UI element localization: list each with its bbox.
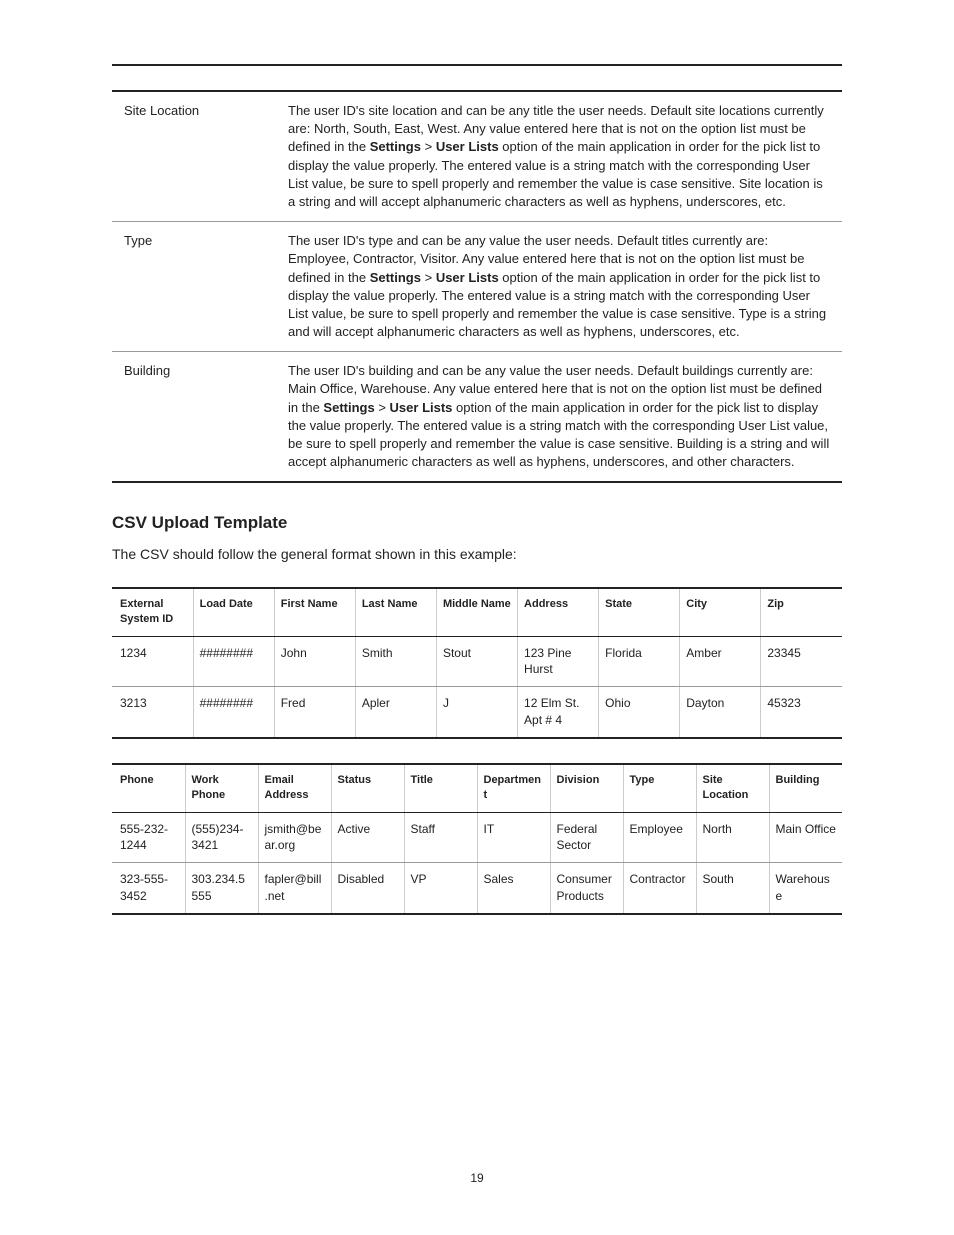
table-row: 3213########FredAplerJ12 Elm St. Apt # 4… bbox=[112, 687, 842, 738]
table-cell: Fred bbox=[274, 687, 355, 738]
table-cell: 323-555-3452 bbox=[112, 863, 185, 914]
table-cell: jsmith@bear.org bbox=[258, 812, 331, 863]
table-cell: Staff bbox=[404, 812, 477, 863]
column-header: Department bbox=[477, 764, 550, 812]
definition-term: Site Location bbox=[112, 91, 276, 222]
page-number: 19 bbox=[0, 1170, 954, 1187]
column-header: Zip bbox=[761, 588, 842, 636]
table-cell: (555)234-3421 bbox=[185, 812, 258, 863]
table-cell: Disabled bbox=[331, 863, 404, 914]
table-cell: Federal Sector bbox=[550, 812, 623, 863]
column-header: Phone bbox=[112, 764, 185, 812]
column-header: Last Name bbox=[355, 588, 436, 636]
definition-row: BuildingThe user ID's building and can b… bbox=[112, 352, 842, 483]
table-cell: Contractor bbox=[623, 863, 696, 914]
table-cell: Employee bbox=[623, 812, 696, 863]
column-header: Middle Name bbox=[436, 588, 517, 636]
table-cell: ######## bbox=[193, 687, 274, 738]
column-header: First Name bbox=[274, 588, 355, 636]
column-header: External System ID bbox=[112, 588, 193, 636]
table-cell: 555-232-1244 bbox=[112, 812, 185, 863]
column-header: Address bbox=[518, 588, 599, 636]
column-header: Work Phone bbox=[185, 764, 258, 812]
table-cell: Warehouse bbox=[769, 863, 842, 914]
section-title: CSV Upload Template bbox=[112, 511, 842, 535]
definition-description: The user ID's site location and can be a… bbox=[276, 91, 842, 222]
column-header: Title bbox=[404, 764, 477, 812]
table-cell: 303.234.5555 bbox=[185, 863, 258, 914]
table-cell: 1234 bbox=[112, 636, 193, 687]
column-header: Site Location bbox=[696, 764, 769, 812]
table-cell: Consumer Products bbox=[550, 863, 623, 914]
table-cell: South bbox=[696, 863, 769, 914]
table-cell: Dayton bbox=[680, 687, 761, 738]
top-rule bbox=[112, 64, 842, 66]
table-row: 323-555-3452303.234.5555fapler@bill.netD… bbox=[112, 863, 842, 914]
section-intro: The CSV should follow the general format… bbox=[112, 545, 842, 565]
table-cell: ######## bbox=[193, 636, 274, 687]
table-cell: J bbox=[436, 687, 517, 738]
table-cell: 123 Pine Hurst bbox=[518, 636, 599, 687]
table-row: 555-232-1244(555)234-3421jsmith@bear.org… bbox=[112, 812, 842, 863]
table-cell: Florida bbox=[599, 636, 680, 687]
table-cell: fapler@bill.net bbox=[258, 863, 331, 914]
table-cell: 45323 bbox=[761, 687, 842, 738]
column-header: City bbox=[680, 588, 761, 636]
table-cell: Ohio bbox=[599, 687, 680, 738]
column-header: Type bbox=[623, 764, 696, 812]
table-cell: Stout bbox=[436, 636, 517, 687]
document-page: Site LocationThe user ID's site location… bbox=[0, 0, 954, 1235]
csv-example-table-1: External System IDLoad DateFirst NameLas… bbox=[112, 587, 842, 739]
table-cell: Main Office bbox=[769, 812, 842, 863]
definition-description: The user ID's building and can be any va… bbox=[276, 352, 842, 483]
table-cell: Active bbox=[331, 812, 404, 863]
table-cell: VP bbox=[404, 863, 477, 914]
column-header: Division bbox=[550, 764, 623, 812]
table-cell: 3213 bbox=[112, 687, 193, 738]
column-header: Email Address bbox=[258, 764, 331, 812]
table-cell: 23345 bbox=[761, 636, 842, 687]
table-cell: Sales bbox=[477, 863, 550, 914]
definition-row: TypeThe user ID's type and can be any va… bbox=[112, 222, 842, 352]
column-header: State bbox=[599, 588, 680, 636]
table-cell: Apler bbox=[355, 687, 436, 738]
column-header: Status bbox=[331, 764, 404, 812]
definition-term: Building bbox=[112, 352, 276, 483]
table-cell: IT bbox=[477, 812, 550, 863]
table-cell: Smith bbox=[355, 636, 436, 687]
definition-description: The user ID's type and can be any value … bbox=[276, 222, 842, 352]
table-cell: John bbox=[274, 636, 355, 687]
table-cell: Amber bbox=[680, 636, 761, 687]
definition-term: Type bbox=[112, 222, 276, 352]
table-row: 1234########JohnSmithStout123 Pine Hurst… bbox=[112, 636, 842, 687]
column-header: Building bbox=[769, 764, 842, 812]
csv-example-table-2: PhoneWork PhoneEmail AddressStatusTitleD… bbox=[112, 763, 842, 915]
table-cell: North bbox=[696, 812, 769, 863]
definitions-table: Site LocationThe user ID's site location… bbox=[112, 90, 842, 483]
table-cell: 12 Elm St. Apt # 4 bbox=[518, 687, 599, 738]
definition-row: Site LocationThe user ID's site location… bbox=[112, 91, 842, 222]
column-header: Load Date bbox=[193, 588, 274, 636]
